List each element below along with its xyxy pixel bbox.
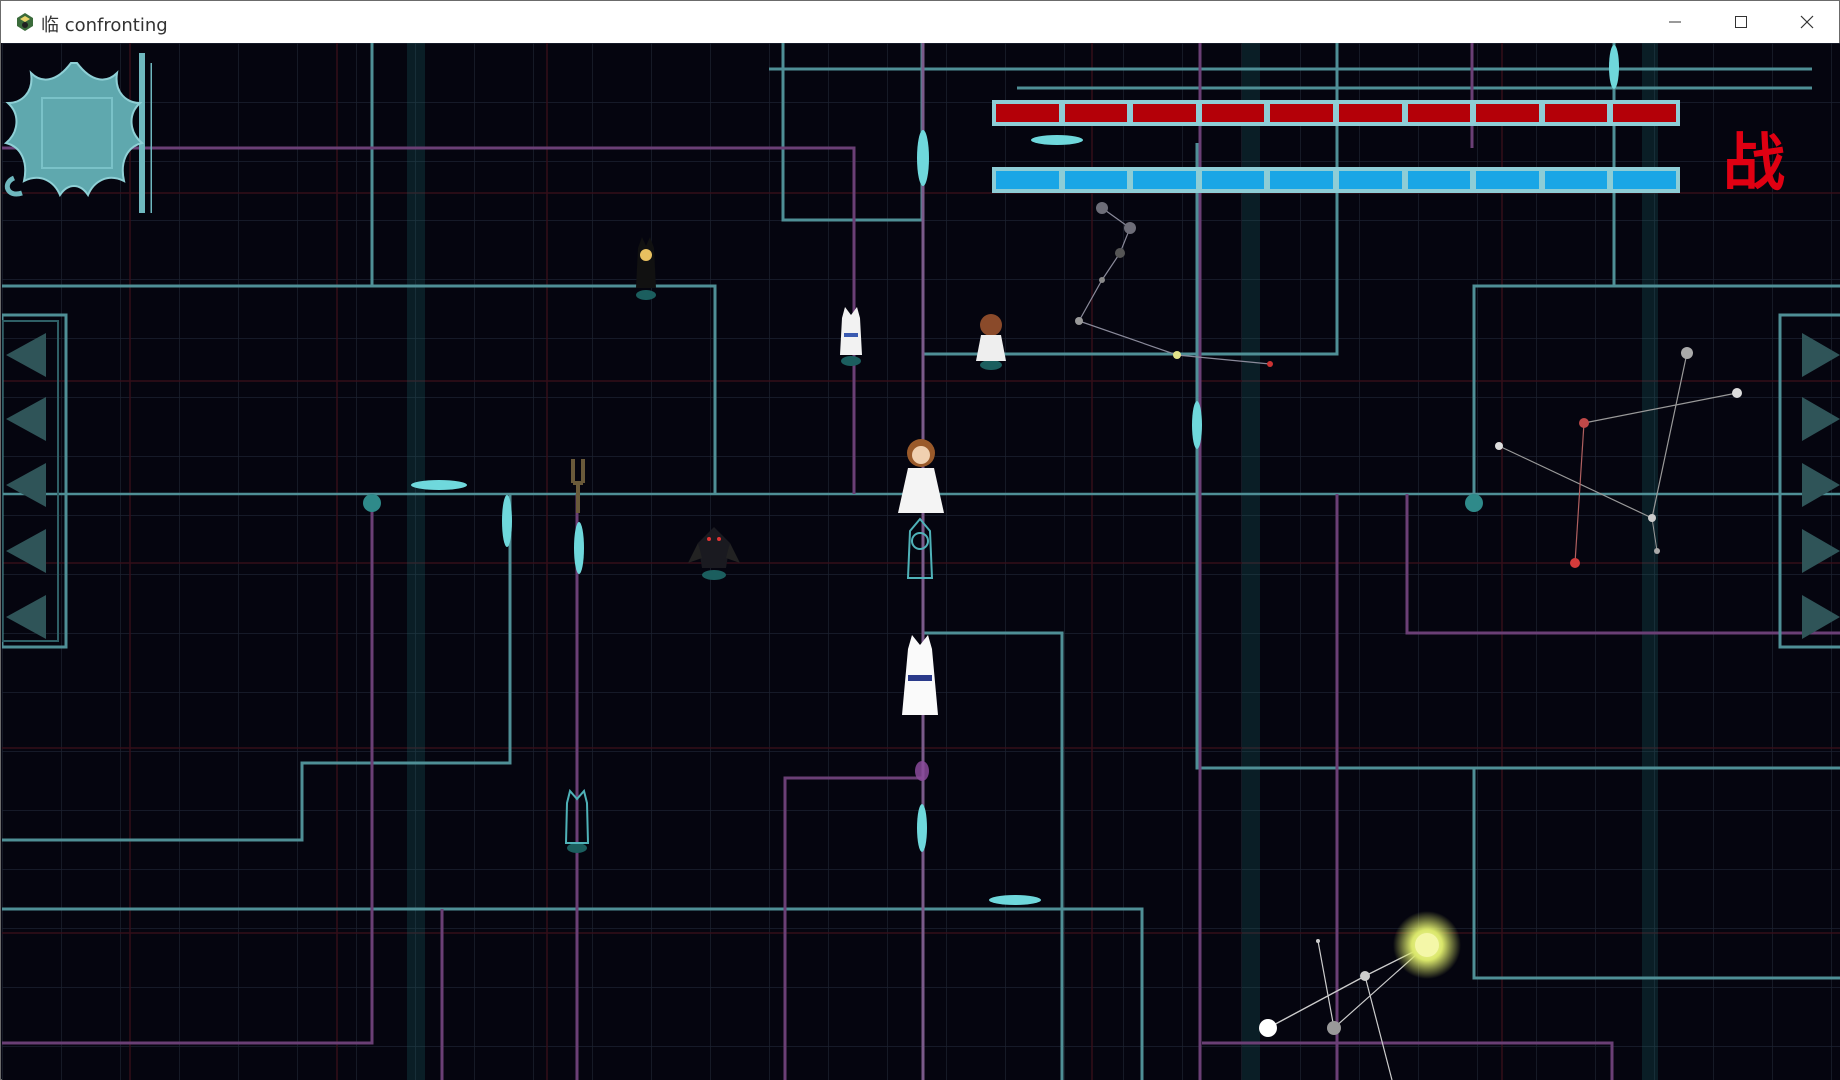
mp-segment (1407, 171, 1471, 189)
hp-segment (1338, 104, 1402, 122)
minimize-button[interactable] (1641, 1, 1709, 43)
hp-segment (1270, 104, 1333, 122)
mp-segment (1270, 171, 1333, 189)
mp-segment (1338, 171, 1402, 189)
close-icon (1800, 15, 1814, 29)
hp-segment (1133, 104, 1196, 122)
hp-segment (1613, 104, 1676, 122)
close-button[interactable] (1773, 1, 1840, 43)
maximize-button[interactable] (1707, 1, 1775, 43)
hp-segment (1407, 104, 1471, 122)
hp-segment (1544, 104, 1608, 122)
lotus-emblem-icon[interactable] (2, 43, 152, 213)
window-title: 临 confronting (41, 15, 168, 36)
title-bar[interactable]: 临 confronting (1, 1, 1839, 43)
mp-segment (1133, 171, 1196, 189)
maximize-icon (1735, 16, 1747, 28)
mp-segment (1064, 171, 1128, 189)
hp-segment (1201, 104, 1265, 122)
mp-segment (1544, 171, 1608, 189)
mp-segment (1476, 171, 1539, 189)
hp-bar (992, 100, 1680, 126)
minimize-icon (1669, 21, 1681, 23)
game-viewport[interactable]: 战 (2, 43, 1840, 1080)
mp-segment (1201, 171, 1265, 189)
hp-segment (996, 104, 1059, 122)
battle-label[interactable]: 战 (1714, 123, 1794, 203)
mp-segment (1613, 171, 1676, 189)
character-purple-orb[interactable] (915, 761, 929, 781)
game-window: 临 confronting 战 (0, 0, 1840, 1080)
game-map (2, 43, 1840, 1080)
hp-segment (1064, 104, 1128, 122)
hp-segment (1476, 104, 1539, 122)
mp-segment (996, 171, 1059, 189)
mp-bar (992, 167, 1680, 193)
game-app-icon (17, 13, 33, 31)
